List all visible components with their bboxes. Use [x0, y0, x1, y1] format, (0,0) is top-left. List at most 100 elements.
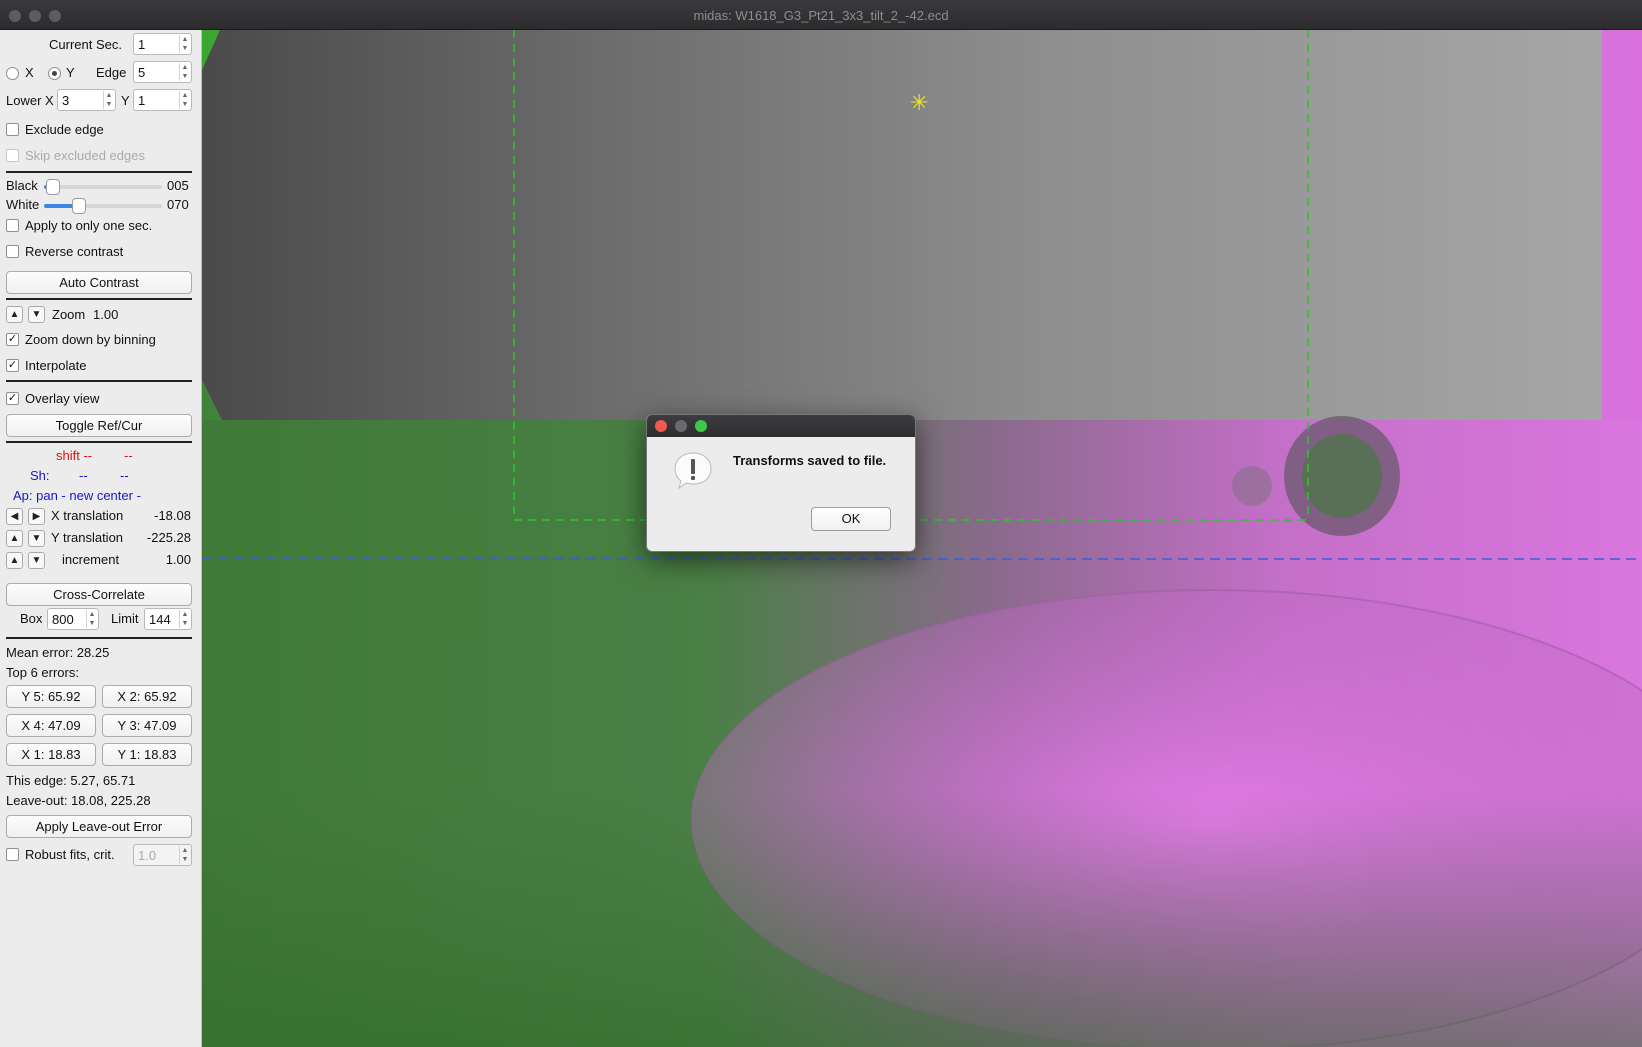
window-title: midas: W1618_G3_Pt21_3x3_tilt_2_-42.ecd: [693, 8, 949, 23]
y-translation-value: -225.28: [146, 530, 191, 545]
dialog-zoom-button[interactable]: [695, 420, 707, 432]
robust-fits-label: Robust fits, crit.: [25, 847, 115, 862]
edge-spinbox[interactable]: 5 ▲ ▼: [133, 61, 192, 83]
zoom-up-arrow-icon[interactable]: ▲: [6, 306, 23, 323]
spin-arrows-icon[interactable]: ▲ ▼: [179, 35, 190, 53]
alert-dialog: Transforms saved to file. OK: [646, 414, 916, 552]
error-button[interactable]: Y 1: 18.83: [102, 743, 192, 766]
radio-x[interactable]: [6, 67, 19, 80]
white-slider-thumb[interactable]: [72, 198, 86, 214]
x-translation-value: -18.08: [154, 508, 191, 523]
increment-label: increment: [62, 552, 120, 567]
limit-value: 144: [149, 612, 171, 627]
lower-x-spinbox[interactable]: 3 ▲ ▼: [57, 89, 116, 111]
apply-one-sec-checkbox[interactable]: [6, 219, 19, 232]
white-label: White: [6, 197, 40, 212]
error-button[interactable]: X 4: 47.09: [6, 714, 96, 737]
skip-excluded-label: Skip excluded edges: [25, 148, 145, 163]
overlay-view-label: Overlay view: [25, 391, 100, 406]
apply-leave-out-error-button[interactable]: Apply Leave-out Error: [6, 815, 192, 838]
spin-arrows-icon[interactable]: ▲ ▼: [179, 91, 190, 109]
spin-arrows-icon: ▲ ▼: [179, 846, 190, 864]
box-label: Box: [20, 611, 43, 626]
white-slider[interactable]: [44, 198, 162, 214]
error-button[interactable]: Y 5: 65.92: [6, 685, 96, 708]
dialog-close-button[interactable]: [655, 420, 667, 432]
x-translation-right-arrow-icon[interactable]: ▶: [28, 508, 45, 525]
window-titlebar: midas: W1618_G3_Pt21_3x3_tilt_2_-42.ecd: [0, 0, 1642, 30]
limit-label: Limit: [111, 611, 139, 626]
black-slider[interactable]: [44, 179, 162, 195]
edge-label: Edge: [96, 65, 127, 80]
crit-spinbox: 1.0 ▲ ▼: [133, 844, 192, 866]
separator: [6, 441, 192, 443]
y-translation-down-arrow-icon[interactable]: ▼: [28, 530, 45, 547]
lower-y-label: Y: [121, 93, 130, 108]
error-button[interactable]: Y 3: 47.09: [102, 714, 192, 737]
black-label: Black: [6, 178, 38, 193]
black-value: 005: [167, 178, 189, 193]
sh-value-1: --: [79, 468, 88, 483]
y-translation-label: Y translation: [51, 530, 124, 545]
increment-value: 1.00: [165, 552, 191, 567]
crit-value: 1.0: [138, 848, 157, 863]
robust-fits-checkbox[interactable]: [6, 848, 19, 861]
spin-arrows-icon[interactable]: ▲ ▼: [103, 91, 114, 109]
lower-y-value: 1: [138, 93, 146, 108]
dialog-minimize-button[interactable]: [675, 420, 687, 432]
limit-spinbox[interactable]: 144 ▲ ▼: [144, 608, 192, 630]
reverse-contrast-checkbox[interactable]: [6, 245, 19, 258]
asterisk-marker-icon: ✳: [910, 90, 929, 115]
exclamation-icon: [673, 451, 713, 491]
zoom-down-binning-checkbox[interactable]: ✓: [6, 333, 19, 346]
interpolate-checkbox[interactable]: ✓: [6, 359, 19, 372]
toggle-ref-cur-button[interactable]: Toggle Ref/Cur: [6, 414, 192, 437]
overlay-view-checkbox[interactable]: ✓: [6, 392, 19, 405]
increment-down-arrow-icon[interactable]: ▼: [28, 552, 45, 569]
y-translation-up-arrow-icon[interactable]: ▲: [6, 530, 23, 547]
zoom-label: Zoom: [52, 307, 86, 322]
apply-one-sec-label: Apply to only one sec.: [25, 218, 153, 233]
cross-correlate-button[interactable]: Cross-Correlate: [6, 583, 192, 606]
control-panel: Current Sec. 1 ▲ ▼ X Y Edge 5 ▲ ▼ Lower X …: [0, 30, 202, 1047]
separator: [6, 171, 192, 173]
x-translation-label: X translation: [51, 508, 124, 523]
radio-y[interactable]: [48, 67, 61, 80]
ok-button[interactable]: OK: [811, 507, 891, 531]
dialog-titlebar: [647, 415, 915, 437]
auto-contrast-button[interactable]: Auto Contrast: [6, 271, 192, 294]
separator: [6, 380, 192, 382]
lower-x-value: 3: [62, 93, 70, 108]
x-translation-left-arrow-icon[interactable]: ◀: [6, 508, 23, 525]
skip-excluded-checkbox: [6, 149, 19, 162]
current-sec-label: Current Sec.: [49, 37, 122, 52]
spin-arrows-icon[interactable]: ▲ ▼: [179, 610, 190, 628]
interpolate-label: Interpolate: [25, 358, 87, 373]
box-spinbox[interactable]: 800 ▲ ▼: [47, 608, 99, 630]
zoom-down-arrow-icon[interactable]: ▼: [28, 306, 45, 323]
overlay-image: [202, 30, 1642, 1047]
white-value: 070: [167, 197, 189, 212]
current-sec-spinbox[interactable]: 1 ▲ ▼: [133, 33, 192, 55]
spin-arrows-icon[interactable]: ▲ ▼: [86, 610, 97, 628]
zoom-down-binning-label: Zoom down by binning: [25, 332, 156, 347]
image-viewer[interactable]: ✳: [202, 30, 1642, 1047]
lower-y-spinbox[interactable]: 1 ▲ ▼: [133, 89, 192, 111]
sh-value-2: --: [120, 468, 129, 483]
separator: [6, 637, 192, 639]
leave-out-text: Leave-out: 18.08, 225.28: [6, 793, 151, 808]
error-button[interactable]: X 1: 18.83: [6, 743, 96, 766]
reverse-contrast-label: Reverse contrast: [25, 244, 124, 259]
increment-up-arrow-icon[interactable]: ▲: [6, 552, 23, 569]
this-edge-text: This edge: 5.27, 65.71: [6, 773, 136, 788]
ap-status: Ap: pan - new center -: [13, 488, 141, 503]
dialog-message: Transforms saved to file.: [733, 453, 887, 468]
black-slider-thumb[interactable]: [46, 179, 60, 195]
exclude-edge-label: Exclude edge: [25, 122, 104, 137]
spin-arrows-icon[interactable]: ▲ ▼: [179, 63, 190, 81]
error-button[interactable]: X 2: 65.92: [102, 685, 192, 708]
top-errors-label: Top 6 errors:: [6, 665, 79, 680]
separator: [6, 298, 192, 300]
zoom-value: 1.00: [93, 307, 119, 322]
exclude-edge-checkbox[interactable]: [6, 123, 19, 136]
